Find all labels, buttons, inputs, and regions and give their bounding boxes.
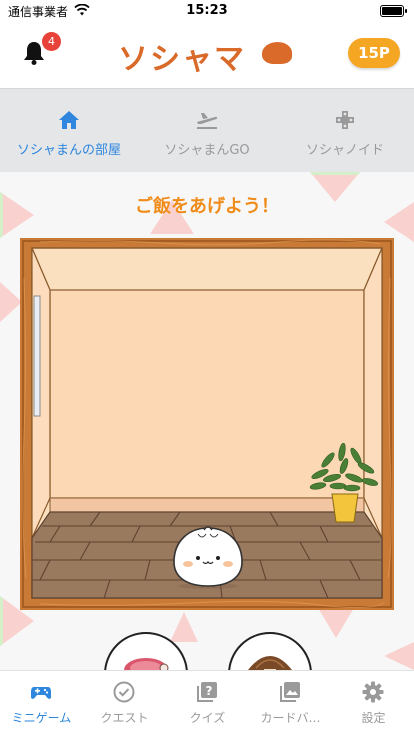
top-tab-bar: ソシャまんの部屋 ソシャまんGO ソシャノイド bbox=[0, 88, 414, 173]
logo-text: ソシャマ bbox=[118, 42, 246, 77]
nav-quest-label: クエスト bbox=[100, 711, 149, 725]
logo-mascot-icon bbox=[262, 42, 292, 64]
notification-badge: 4 bbox=[42, 32, 61, 51]
app-logo: ソシャマ bbox=[118, 36, 298, 77]
points-badge[interactable]: 15P bbox=[348, 38, 400, 68]
watermelon-decoration-icon bbox=[170, 612, 198, 642]
watermelon-decoration-icon bbox=[384, 642, 414, 670]
nav-minigame[interactable]: ミニゲーム bbox=[0, 671, 83, 737]
gamepad-icon bbox=[31, 687, 51, 699]
nav-minigame-label: ミニゲーム bbox=[11, 711, 72, 725]
plane-icon bbox=[197, 113, 218, 129]
home-icon bbox=[59, 111, 79, 129]
tab-noid-label: ソシャノイド bbox=[305, 143, 384, 158]
app-header: 4 ソシャマ 15P bbox=[0, 22, 414, 88]
watermelon-decoration-icon bbox=[318, 608, 354, 638]
status-time: 15:23 bbox=[186, 3, 228, 18]
watermelon-decoration-icon bbox=[0, 282, 22, 322]
image-card-icon bbox=[280, 682, 300, 702]
tab-room[interactable]: ソシャまんの部屋 bbox=[0, 89, 138, 173]
pet-character[interactable] bbox=[168, 518, 248, 590]
nav-quest[interactable]: クエスト bbox=[83, 671, 166, 737]
bottom-nav: ミニゲーム クエスト ? クイズ カードバ… 設定 bbox=[0, 670, 414, 737]
room-title: ご飯をあげよう！ bbox=[135, 196, 279, 217]
tab-go-label: ソシャまんGO bbox=[164, 143, 250, 158]
check-circle-icon bbox=[113, 681, 135, 703]
tab-room-label: ソシャまんの部屋 bbox=[16, 143, 121, 158]
quiz-icon: ? bbox=[197, 682, 217, 702]
nav-settings[interactable]: 設定 bbox=[332, 671, 414, 737]
nav-quiz[interactable]: ? クイズ bbox=[166, 671, 249, 737]
gamepad-icon bbox=[336, 111, 354, 129]
nav-settings-label: 設定 bbox=[361, 711, 386, 725]
tab-noid[interactable]: ソシャノイド bbox=[276, 89, 414, 173]
gear-icon bbox=[362, 681, 384, 703]
room-area: ご飯をあげよう！ bbox=[0, 172, 414, 670]
tab-go[interactable]: ソシャまんGO bbox=[138, 89, 276, 173]
nav-cardbattle-label: カードバ… bbox=[260, 711, 321, 725]
nav-quiz-label: クイズ bbox=[189, 711, 226, 725]
status-bar: 通信事業者 15:23 bbox=[0, 0, 414, 22]
svg-text:?: ? bbox=[206, 684, 213, 698]
nav-cardbattle[interactable]: カードバ… bbox=[249, 671, 332, 737]
battery-icon bbox=[380, 5, 407, 17]
